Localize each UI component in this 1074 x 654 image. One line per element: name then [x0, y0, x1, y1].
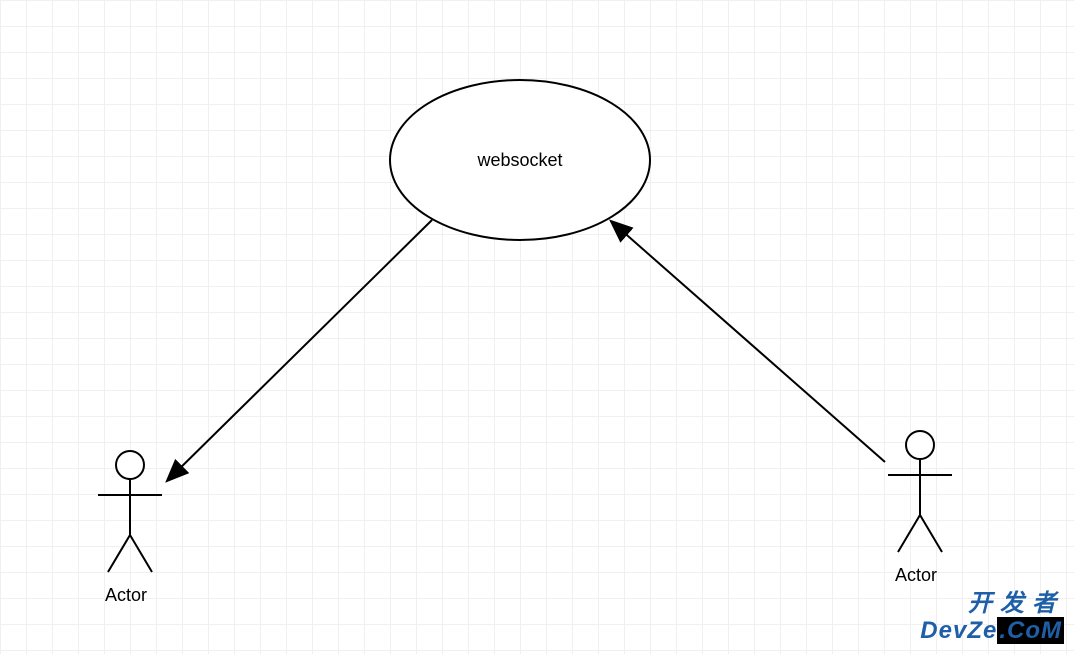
watermark-line1: 开发者: [920, 591, 1064, 617]
watermark: 开发者 DevZe.CoM: [920, 591, 1064, 644]
arrow-actor2-to-usecase: [612, 222, 885, 462]
actor-left[interactable]: [98, 451, 162, 572]
usecase-label: websocket: [470, 150, 570, 171]
arrow-usecase-to-actor1: [168, 220, 432, 480]
diagram-canvas: [0, 0, 1074, 654]
actor-right[interactable]: [888, 431, 952, 552]
watermark-line2: DevZe.CoM: [920, 618, 1064, 644]
actor-left-label: Actor: [105, 585, 147, 606]
actor-right-label: Actor: [895, 565, 937, 586]
